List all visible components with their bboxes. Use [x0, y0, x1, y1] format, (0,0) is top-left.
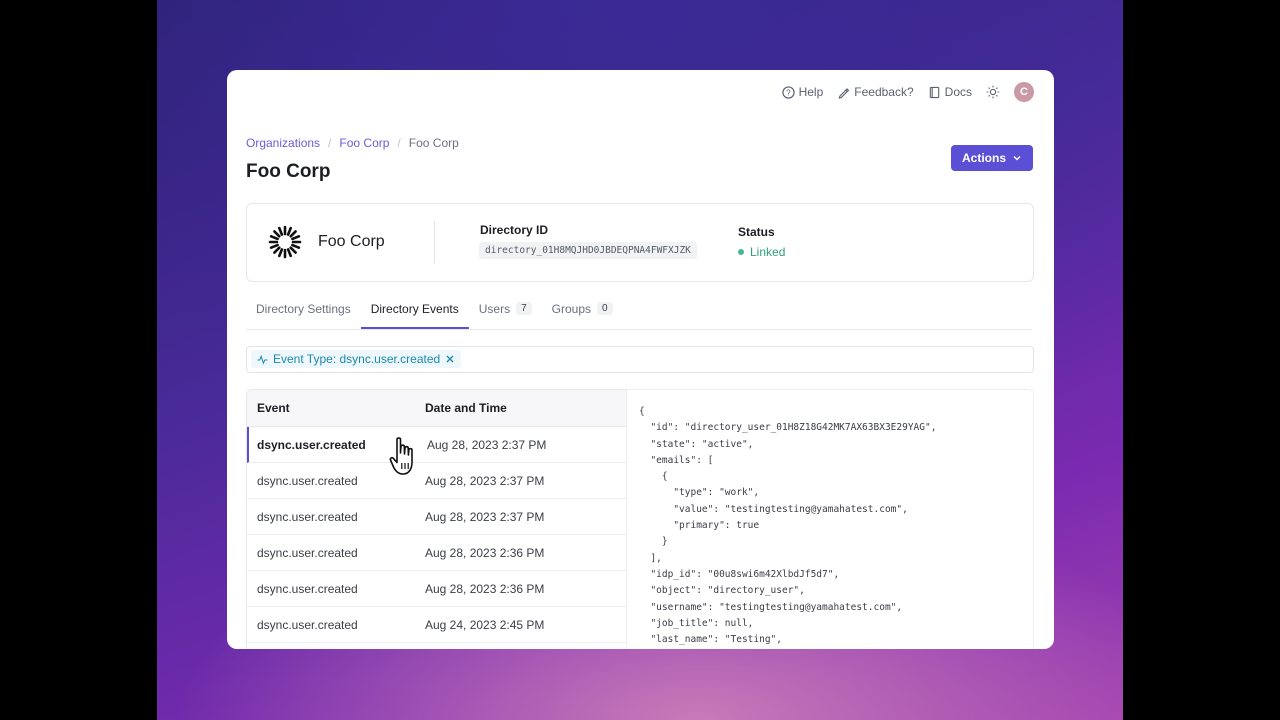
filter-chip-label: Event Type: dsync.user.created — [273, 352, 441, 366]
tab-label: Directory Events — [370, 302, 459, 316]
row-date: Aug 28, 2023 2:36 PM — [425, 581, 545, 596]
feedback-label: Feedback? — [854, 85, 914, 99]
row-event: dsync.user.created — [257, 581, 358, 596]
table-row[interactable]: dsync.user.created Aug 28, 2023 2:36 PM — [247, 535, 627, 571]
breadcrumb-separator: / — [328, 136, 332, 150]
tab-label: Users — [478, 302, 511, 316]
status-badge: Linked — [738, 245, 785, 259]
table-header: Event Date and Time — [247, 390, 627, 427]
json-line: { — [639, 471, 668, 483]
row-event: dsync.user.created — [257, 509, 358, 524]
card-divider — [434, 221, 435, 263]
help-label: Help — [798, 85, 824, 99]
docs-label: Docs — [944, 85, 972, 99]
breadcrumb-org[interactable]: Foo Corp — [339, 136, 389, 150]
help-link[interactable]: ? Help — [781, 85, 824, 99]
help-icon: ? — [781, 85, 795, 99]
row-date: Aug 28, 2023 2:37 PM — [425, 473, 545, 488]
json-line: "job_title": null, — [639, 617, 754, 629]
json-line: "value": "testingtesting@yamahatest.com"… — [639, 503, 908, 515]
tab-directory-settings[interactable]: Directory Settings — [246, 302, 361, 329]
directory-id-label: Directory ID — [480, 223, 549, 237]
tab-users[interactable]: Users 7 — [469, 302, 542, 329]
json-line: "primary": true — [639, 520, 760, 532]
close-icon[interactable] — [445, 354, 455, 364]
actions-button[interactable]: Actions — [951, 145, 1033, 171]
directory-id-value[interactable]: directory_01H8MQJHD0JBDEQPNA4FWFXJZK — [479, 242, 697, 259]
groups-count-badge: 0 — [597, 302, 613, 315]
row-date: Aug 28, 2023 2:37 PM — [427, 437, 547, 452]
column-header-event: Event — [257, 401, 290, 415]
users-count-badge: 7 — [516, 302, 532, 315]
org-name: Foo Corp — [318, 233, 385, 250]
feedback-icon — [838, 87, 850, 99]
tab-bar: Directory Settings Directory Events User… — [246, 302, 1032, 330]
event-filter-bar[interactable]: Event Type: dsync.user.created — [246, 346, 1034, 373]
chevron-down-icon — [1013, 156, 1021, 161]
pulse-icon — [257, 354, 268, 365]
json-line: ], — [639, 552, 662, 564]
breadcrumb-current: Foo Corp — [408, 136, 459, 150]
table-row[interactable]: dsync.user.created Aug 28, 2023 2:37 PM — [247, 427, 627, 463]
json-line: "emails": [ — [639, 454, 714, 466]
tab-label: Directory Settings — [256, 302, 351, 316]
tab-directory-events[interactable]: Directory Events — [360, 302, 469, 329]
avatar-initial: C — [1020, 86, 1028, 98]
table-row[interactable]: dsync.user.created Aug 28, 2023 2:37 PM — [247, 463, 627, 499]
breadcrumb: Organizations / Foo Corp / Foo Corp — [246, 136, 459, 150]
json-line: "idp_id": "00u8swi6m42XlbdJf5d7", — [639, 568, 840, 580]
table-row[interactable]: dsync.user.created Aug 24, 2023 2:45 PM — [247, 607, 627, 643]
status-label: Status — [738, 225, 775, 239]
json-line: "last_name": "Testing", — [639, 634, 782, 646]
status-value: Linked — [750, 245, 786, 259]
docs-icon — [929, 86, 939, 98]
json-line: { — [639, 406, 645, 417]
filter-chip: Event Type: dsync.user.created — [251, 350, 462, 368]
org-logo-icon — [268, 225, 302, 259]
breadcrumb-organizations[interactable]: Organizations — [246, 136, 320, 150]
row-date: Aug 28, 2023 2:36 PM — [425, 545, 545, 560]
breadcrumb-separator: / — [397, 136, 401, 150]
json-line: "object": "directory_user", — [639, 585, 805, 597]
top-nav: ? Help Feedback? Docs C — [781, 82, 1034, 102]
docs-link[interactable]: Docs — [928, 85, 972, 99]
row-date: Aug 24, 2023 2:45 PM — [425, 617, 545, 632]
tab-label: Groups — [551, 302, 591, 316]
json-line: "type": "work", — [639, 487, 760, 499]
table-row[interactable]: dsync.user.created Aug 28, 2023 2:36 PM — [247, 571, 627, 607]
events-table: Event Date and Time dsync.user.created A… — [246, 389, 627, 649]
directory-summary-card: Foo Corp Directory ID directory_01H8MQJH… — [246, 203, 1034, 282]
user-avatar[interactable]: C — [1014, 82, 1034, 102]
row-event: dsync.user.created — [257, 617, 358, 632]
tab-groups[interactable]: Groups 0 — [542, 302, 623, 329]
sun-icon — [986, 85, 1000, 99]
json-line: } — [639, 536, 668, 548]
feedback-link[interactable]: Feedback? — [837, 85, 914, 99]
json-line: "username": "testingtesting@yamahatest.c… — [639, 601, 903, 613]
event-json-viewer[interactable]: { "id": "directory_user_01H8Z18G42MK7AX6… — [626, 389, 1034, 649]
app-window: ? Help Feedback? Docs C Organizations / … — [227, 70, 1054, 649]
actions-label: Actions — [961, 151, 1006, 165]
json-line: "id": "directory_user_01H8Z18G42MK7AX63B… — [639, 422, 937, 434]
event-json-code: { "id": "directory_user_01H8Z18G42MK7AX6… — [639, 404, 936, 648]
json-line: "state": "active", — [639, 438, 754, 450]
theme-toggle[interactable] — [986, 85, 1000, 99]
status-dot — [738, 249, 744, 255]
page-title: Foo Corp — [246, 161, 331, 182]
table-row[interactable]: dsync.user.created Aug 28, 2023 2:37 PM — [247, 499, 627, 535]
row-date: Aug 28, 2023 2:37 PM — [425, 509, 545, 524]
hand-cursor-icon — [389, 437, 413, 475]
column-header-date: Date and Time — [425, 401, 507, 415]
row-event: dsync.user.created — [257, 545, 358, 560]
svg-text:?: ? — [786, 88, 791, 97]
